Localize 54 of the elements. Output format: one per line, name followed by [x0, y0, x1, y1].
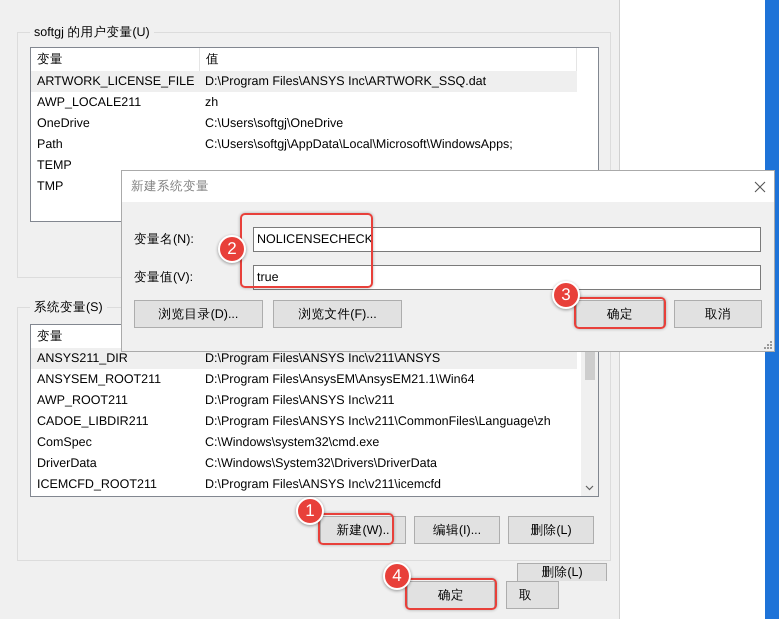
button[interactable]: 编辑(I)...	[414, 516, 500, 544]
variable-value: D:\Program Files\ANSYS Inc\v211\ANSYS	[205, 350, 440, 367]
list-row[interactable]: OneDrive C:\Users\softgj\OneDrive	[31, 113, 577, 134]
button[interactable]: 新建(W)..	[320, 516, 406, 544]
variable-value: D:\Program Files\ANSYS Inc\v211\CommonFiles\Language\zh	[205, 413, 551, 430]
scroll-thumb[interactable]	[584, 350, 594, 380]
variable-name: AWP_ROOT211	[37, 392, 128, 409]
list-row[interactable]: Path C:\Users\softgj\AppData\Local\Microsoft\WindowsApps;	[31, 134, 577, 155]
list-row[interactable]: AWP_ROOT211 D:\Program Files\ANSYS Inc\v211	[31, 390, 577, 411]
input-field[interactable]: true	[253, 264, 761, 290]
variable-name: CADOE_LIBDIR211	[37, 413, 149, 430]
resize-grip-icon[interactable]	[764, 341, 772, 349]
variable-name: OneDrive	[37, 115, 90, 132]
button[interactable]: 确定	[576, 300, 664, 328]
list-row[interactable]: CADOE_LIBDIR211 D:\Program Files\ANSYS Inc\v211\CommonFiles\Language\zh	[31, 411, 577, 432]
variable-value: C:\Users\softgj\OneDrive	[205, 115, 344, 132]
list-row[interactable]: DriverData C:\Windows\System32\Drivers\DriverData	[31, 453, 577, 474]
list-row[interactable]: ICEMCFD_ROOT211 D:\Program Files\ANSYS Inc\v211\icemcfd	[31, 474, 577, 495]
field-label: 变量值(V):	[134, 268, 194, 286]
list-row[interactable]: ARTWORK_LICENSE_FILE D:\Program Files\ANSYS Inc\ARTWORK_SSQ.dat	[31, 71, 577, 92]
button[interactable]: 浏览目录(D)...	[134, 300, 263, 328]
group-label: softgj 的用户变量(U)	[33, 24, 151, 41]
variable-name: ICEMCFD_ROOT211	[37, 476, 157, 493]
variable-value: D:\Program Files\ANSYS Inc\v211\icemcfd	[205, 476, 441, 493]
variable-value: C:\Windows\System32\Drivers\DriverData	[205, 455, 437, 472]
variable-value: D:\Program Files\ANSYS Inc\ARTWORK_SSQ.dat	[205, 73, 486, 90]
list-row[interactable]: AWP_LOCALE211 zh	[31, 92, 577, 113]
button[interactable]: 浏览文件(F)...	[273, 300, 402, 328]
variable-name: ANSYSEM_ROOT211	[37, 371, 162, 388]
variable-value: D:\Program Files\AnsysEM\AnsysEM21.1\Win64	[205, 371, 475, 388]
list-row[interactable]: ANSYSEM_ROOT211 D:\Program Files\AnsysEM\AnsysEM21.1\Win64	[31, 369, 577, 390]
variable-name: TEMP	[37, 157, 72, 174]
variable-name: Path	[37, 136, 63, 153]
close-icon[interactable]	[754, 180, 766, 192]
variable-value: C:\Users\softgj\AppData\Local\Microsoft\WindowsApps;	[205, 136, 513, 153]
variable-value: C:\Windows\system32\cmd.exe	[205, 434, 380, 451]
button[interactable]: 删除(L)	[517, 563, 607, 581]
variable-value: zh	[205, 94, 218, 111]
button[interactable]: 删除(L)	[508, 516, 594, 544]
variable-name: AWP_LOCALE211	[37, 94, 142, 111]
variable-name: DriverData	[37, 455, 97, 472]
variable-value: D:\Program Files\ANSYS Inc\v211	[205, 392, 394, 409]
input-field[interactable]: NOLICENSECHECK	[253, 226, 761, 252]
dialog-title: 新建系统变量	[131, 178, 209, 195]
group-label: 系统变量(S)	[33, 299, 104, 316]
button[interactable]: 确定	[407, 581, 495, 609]
button[interactable]: 取	[506, 581, 559, 609]
button[interactable]: 取消	[674, 300, 762, 328]
scroll-down-icon[interactable]	[585, 484, 594, 490]
field-label: 变量名(N):	[134, 230, 195, 248]
list-row[interactable]: ComSpec C:\Windows\system32\cmd.exe	[31, 432, 577, 453]
variable-name: ComSpec	[37, 434, 92, 451]
variable-name: ANSYS211_DIR	[37, 350, 128, 367]
variable-name: ARTWORK_LICENSE_FILE	[37, 73, 194, 90]
